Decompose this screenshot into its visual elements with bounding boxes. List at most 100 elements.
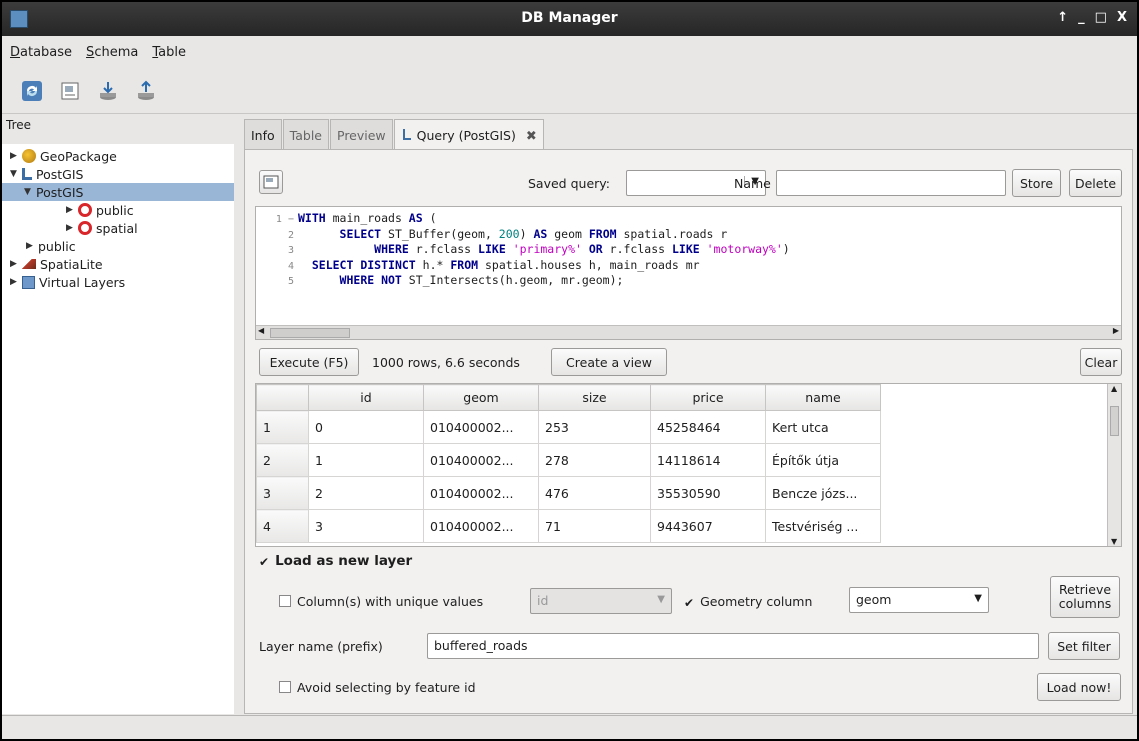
vertical-scrollbar[interactable]: ▲ ▼ bbox=[1107, 384, 1121, 546]
create-view-button[interactable]: Create a view bbox=[551, 348, 667, 376]
delete-button[interactable]: Delete bbox=[1069, 169, 1122, 197]
column-header-size[interactable]: size bbox=[538, 384, 651, 411]
load-as-new-layer-checkbox[interactable]: ✔ Load as new layer bbox=[259, 553, 412, 569]
menu-database[interactable]: Database bbox=[10, 45, 72, 60]
column-header-geom[interactable]: geom bbox=[423, 384, 539, 411]
scroll-left-icon[interactable]: ◀ bbox=[258, 326, 264, 335]
maximize-button[interactable]: □ bbox=[1095, 10, 1107, 25]
close-window-button[interactable]: X bbox=[1117, 10, 1127, 25]
expand-arrow-icon[interactable]: ▶ bbox=[26, 241, 38, 251]
scrollbar-thumb[interactable] bbox=[1110, 406, 1119, 436]
expand-arrow-icon[interactable]: ▶ bbox=[10, 277, 22, 287]
tab-table[interactable]: Table bbox=[282, 119, 329, 149]
menu-table[interactable]: Table bbox=[152, 45, 186, 60]
minimize-button[interactable]: _ bbox=[1078, 10, 1085, 25]
tree-item-postgis-connection[interactable]: ▼ PostGIS bbox=[2, 183, 234, 201]
results-table[interactable]: id geom size price name 1 0 010400002...… bbox=[255, 383, 1122, 547]
tree-item-label: GeoPackage bbox=[40, 148, 117, 164]
tree-item-postgis-provider[interactable]: ▼ PostGIS bbox=[2, 165, 234, 183]
collapse-arrow-icon[interactable]: ▼ bbox=[10, 169, 22, 179]
table-header-row: id geom size price name bbox=[256, 384, 881, 411]
query-name-input[interactable] bbox=[776, 170, 1006, 196]
set-filter-button[interactable]: Set filter bbox=[1048, 632, 1120, 660]
table-cell[interactable]: 010400002... bbox=[423, 410, 539, 444]
row-header[interactable]: 1 bbox=[256, 410, 309, 444]
table-cell[interactable]: 71 bbox=[538, 509, 651, 543]
import-layer-button[interactable] bbox=[96, 79, 120, 103]
table-row[interactable]: 4 3 010400002... 71 9443607 Testvériség … bbox=[256, 509, 881, 543]
column-header-name[interactable]: name bbox=[765, 384, 881, 411]
table-cell[interactable]: 9443607 bbox=[650, 509, 766, 543]
table-row[interactable]: 1 0 010400002... 253 45258464 Kert utca bbox=[256, 410, 881, 444]
table-cell[interactable]: 35530590 bbox=[650, 476, 766, 510]
table-cell[interactable]: 253 bbox=[538, 410, 651, 444]
table-cell[interactable]: 278 bbox=[538, 443, 651, 477]
export-layer-button[interactable] bbox=[134, 79, 158, 103]
saved-query-label: Saved query: bbox=[528, 176, 610, 191]
checkbox-unchecked-icon bbox=[279, 595, 291, 607]
tree-item-virtual-layers[interactable]: ▶ Virtual Layers bbox=[2, 273, 234, 291]
row-header[interactable]: 2 bbox=[256, 443, 309, 477]
checkbox-checked-icon: ✔ bbox=[259, 555, 270, 569]
tree-item-schema-public[interactable]: ▶ public bbox=[2, 201, 234, 219]
expand-arrow-icon[interactable]: ▶ bbox=[66, 205, 78, 215]
table-cell[interactable]: 010400002... bbox=[423, 509, 539, 543]
horizontal-scrollbar[interactable]: ◀ ▶ bbox=[256, 325, 1121, 339]
table-row[interactable]: 2 1 010400002... 278 14118614 Építők útj… bbox=[256, 443, 881, 477]
unique-columns-checkbox[interactable]: Column(s) with unique values bbox=[279, 594, 483, 609]
sql-editor[interactable]: 1 − WITH main_roads AS ( 2 SELECT ST_Buff… bbox=[255, 206, 1122, 340]
panel-splitter[interactable] bbox=[234, 114, 242, 714]
table-cell[interactable]: Testvériség ... bbox=[765, 509, 881, 543]
table-cell[interactable]: 14118614 bbox=[650, 443, 766, 477]
layer-name-input[interactable]: buffered_roads bbox=[427, 633, 1039, 659]
table-cell[interactable]: 45258464 bbox=[650, 410, 766, 444]
refresh-button[interactable] bbox=[20, 79, 44, 103]
tree-item-geopackage[interactable]: ▶ GeoPackage bbox=[2, 147, 234, 165]
tree-item-spatialite[interactable]: ▶ SpatiaLite bbox=[2, 255, 234, 273]
table-row[interactable]: 3 2 010400002... 476 35530590 Bencze józ… bbox=[256, 476, 881, 510]
clear-query-button[interactable] bbox=[259, 170, 283, 194]
tree-item-public[interactable]: ▶ public bbox=[2, 237, 234, 255]
table-cell[interactable]: 476 bbox=[538, 476, 651, 510]
table-cell[interactable]: Kert utca bbox=[765, 410, 881, 444]
collapse-arrow-icon[interactable]: ▼ bbox=[24, 187, 36, 197]
table-cell[interactable]: 3 bbox=[308, 509, 424, 543]
table-cell[interactable]: Bencze józs... bbox=[765, 476, 881, 510]
line-number: 4 bbox=[287, 260, 294, 272]
toolbar bbox=[2, 68, 1137, 114]
scroll-right-icon[interactable]: ▶ bbox=[1113, 326, 1119, 335]
tree-item-schema-spatial[interactable]: ▶ spatial bbox=[2, 219, 234, 237]
row-header[interactable]: 3 bbox=[256, 476, 309, 510]
tab-preview[interactable]: Preview bbox=[330, 119, 393, 149]
avoid-feature-id-checkbox[interactable]: Avoid selecting by feature id bbox=[279, 680, 476, 695]
table-cell[interactable]: 0 bbox=[308, 410, 424, 444]
geometry-column-checkbox[interactable]: ✔ Geometry column bbox=[684, 594, 812, 610]
scroll-down-icon[interactable]: ▼ bbox=[1111, 537, 1117, 546]
sql-window-button[interactable] bbox=[58, 79, 82, 103]
close-tab-icon[interactable]: ✖ bbox=[526, 129, 537, 144]
menu-schema[interactable]: Schema bbox=[86, 45, 138, 60]
table-cell[interactable]: 2 bbox=[308, 476, 424, 510]
tab-query-postgis[interactable]: Query (PostGIS) ✖ bbox=[393, 119, 544, 150]
load-now-button[interactable]: Load now! bbox=[1037, 673, 1121, 701]
table-cell[interactable]: 1 bbox=[308, 443, 424, 477]
geometry-column-combo[interactable]: geom ▼ bbox=[849, 587, 989, 613]
expand-arrow-icon[interactable]: ▶ bbox=[66, 223, 78, 233]
execute-button[interactable]: Execute (F5) bbox=[259, 348, 359, 376]
store-button[interactable]: Store bbox=[1012, 169, 1061, 197]
column-header-price[interactable]: price bbox=[650, 384, 766, 411]
clear-button[interactable]: Clear bbox=[1080, 348, 1122, 376]
table-cell[interactable]: 010400002... bbox=[423, 476, 539, 510]
keep-above-button[interactable]: ↑ bbox=[1057, 10, 1068, 25]
sql-line: 1 − WITH main_roads AS ( bbox=[256, 211, 790, 227]
scrollbar-thumb[interactable] bbox=[270, 328, 350, 338]
table-cell[interactable]: 010400002... bbox=[423, 443, 539, 477]
scroll-up-icon[interactable]: ▲ bbox=[1111, 384, 1117, 393]
row-header[interactable]: 4 bbox=[256, 509, 309, 543]
expand-arrow-icon[interactable]: ▶ bbox=[10, 259, 22, 269]
tab-info[interactable]: Info bbox=[244, 119, 282, 149]
expand-arrow-icon[interactable]: ▶ bbox=[10, 151, 22, 161]
column-header-id[interactable]: id bbox=[308, 384, 424, 411]
table-cell[interactable]: Építők útja bbox=[765, 443, 881, 477]
retrieve-columns-button[interactable]: Retrieve columns bbox=[1050, 576, 1120, 618]
